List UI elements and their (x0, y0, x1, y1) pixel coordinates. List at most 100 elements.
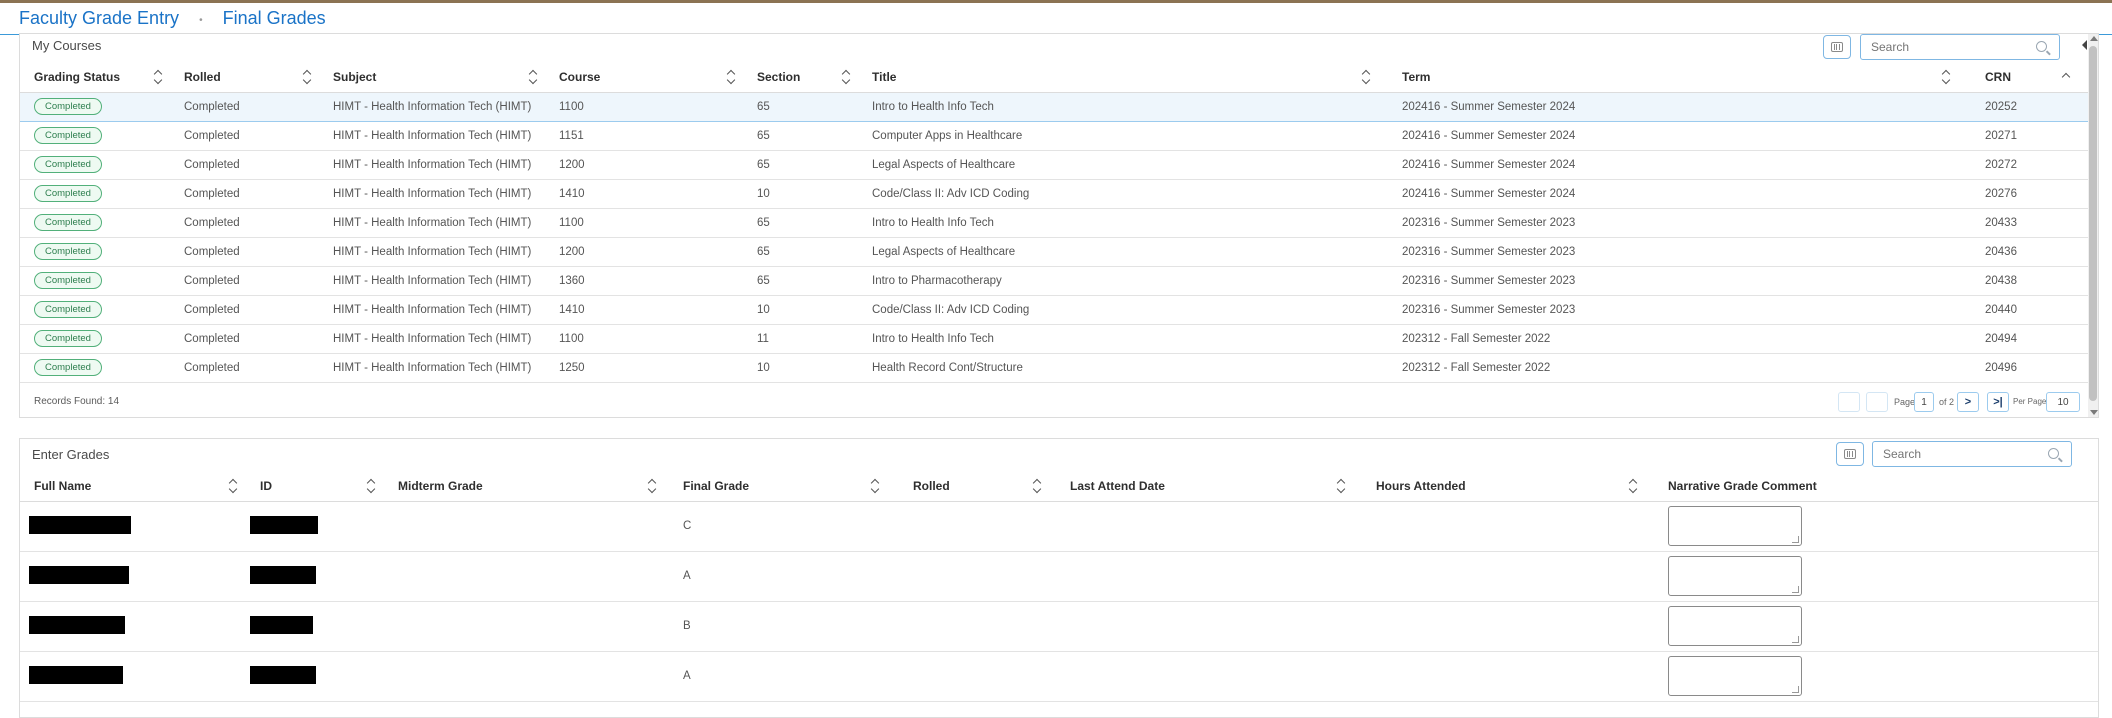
cell-hours-attended[interactable] (1362, 501, 1654, 552)
sort-icon[interactable] (728, 70, 736, 84)
col-narrative-grade-comment[interactable]: Narrative Grade Comment (1654, 471, 2098, 502)
cell-section: 65 (743, 121, 858, 151)
narrative-comment-textarea[interactable] (1668, 556, 1802, 596)
cell-subject: HIMT - Health Information Tech (HIMT) (319, 295, 545, 325)
sort-icon[interactable] (1034, 479, 1042, 493)
col-midterm-grade[interactable]: Midterm Grade (384, 471, 669, 502)
search-icon[interactable] (2048, 448, 2059, 459)
col-hours-attended[interactable]: Hours Attended (1362, 471, 1654, 502)
section-value: 65 (757, 158, 770, 171)
col-crn[interactable]: CRN (1971, 62, 2088, 93)
courses-scrollbar-thumb[interactable] (2089, 46, 2097, 401)
sort-icon[interactable] (304, 70, 312, 84)
col-full-name[interactable]: Full Name (20, 471, 246, 502)
term-value: 202416 - Summer Semester 2024 (1402, 100, 1576, 113)
sort-icon[interactable] (1943, 70, 1951, 84)
course-row[interactable]: Completed Completed HIMT - Health Informat… (20, 266, 2088, 296)
col-term[interactable]: Term (1388, 62, 1971, 93)
scroll-up-icon[interactable] (2090, 36, 2098, 41)
cell-last-attend-date[interactable] (1056, 551, 1362, 602)
cell-hours-attended[interactable] (1362, 651, 1654, 702)
course-row[interactable]: Completed Completed HIMT - Health Informat… (20, 208, 2088, 238)
collapse-panel-icon[interactable] (2082, 40, 2087, 50)
cell-midterm-grade[interactable] (384, 501, 669, 552)
cell-hours-attended[interactable] (1362, 551, 1654, 602)
course-row[interactable]: Completed Completed HIMT - Health Informat… (20, 353, 2088, 383)
cell-full-name (20, 501, 246, 552)
col-id[interactable]: ID (246, 471, 384, 502)
col-title[interactable]: Title (858, 62, 1388, 93)
breadcrumb-faculty-grade-entry[interactable]: Faculty Grade Entry (19, 8, 179, 29)
course-value: 1200 (559, 245, 585, 258)
sort-icon[interactable] (649, 479, 657, 493)
grades-search-box (1872, 441, 2072, 467)
cell-last-attend-date[interactable] (1056, 601, 1362, 652)
col-title-label: Title (872, 69, 897, 84)
col-section[interactable]: Section (743, 62, 858, 93)
narrative-comment-textarea[interactable] (1668, 506, 1802, 546)
scroll-down-icon[interactable] (2090, 410, 2098, 415)
course-row[interactable]: Completed Completed HIMT - Health Informat… (20, 295, 2088, 325)
cell-grading-status: Completed (20, 92, 170, 122)
cell-course: 1410 (545, 295, 743, 325)
cell-midterm-grade[interactable] (384, 601, 669, 652)
sort-icon[interactable] (230, 479, 238, 493)
final-grade-value[interactable]: B (683, 620, 691, 632)
column-chooser-button[interactable] (1823, 35, 1851, 59)
sort-icon[interactable] (155, 70, 163, 84)
courses-search-input[interactable] (1871, 40, 2021, 54)
sort-icon[interactable] (530, 70, 538, 84)
sort-ascending-icon[interactable] (2061, 72, 2071, 82)
sort-icon[interactable] (1338, 479, 1346, 493)
col-last-attend-date[interactable]: Last Attend Date (1056, 471, 1362, 502)
cell-final-grade: B (669, 601, 899, 652)
section-value: 65 (757, 100, 770, 113)
title-value: Computer Apps in Healthcare (872, 129, 1023, 142)
col-subject[interactable]: Subject (319, 62, 545, 93)
next-page-button[interactable]: > (1957, 392, 1979, 412)
course-row[interactable]: Completed Completed HIMT - Health Informat… (20, 150, 2088, 180)
cell-last-attend-date[interactable] (1056, 651, 1362, 702)
final-grade-value[interactable]: A (683, 570, 691, 582)
previous-page-button[interactable] (1866, 392, 1888, 412)
cell-rolled (899, 651, 1056, 702)
col-rolled[interactable]: Rolled (899, 471, 1056, 502)
title-value: Code/Class II: Adv ICD Coding (872, 187, 1030, 200)
sort-icon[interactable] (368, 479, 376, 493)
sort-icon[interactable] (872, 479, 880, 493)
grades-search-input[interactable] (1883, 447, 2033, 461)
course-row[interactable]: Completed Completed HIMT - Health Informat… (20, 237, 2088, 267)
cell-hours-attended[interactable] (1362, 601, 1654, 652)
sort-icon[interactable] (1363, 70, 1371, 84)
narrative-comment-textarea[interactable] (1668, 606, 1802, 646)
col-course[interactable]: Course (545, 62, 743, 93)
cell-midterm-grade[interactable] (384, 551, 669, 602)
page-number-input[interactable]: 1 (1914, 392, 1934, 412)
cell-last-attend-date[interactable] (1056, 501, 1362, 552)
final-grade-value[interactable]: A (683, 670, 691, 682)
rolled-value: Completed (184, 245, 240, 258)
search-icon[interactable] (2036, 41, 2047, 52)
final-grade-value[interactable]: C (683, 520, 691, 532)
courses-scrollbar[interactable] (2088, 34, 2098, 417)
cell-midterm-grade[interactable] (384, 651, 669, 702)
sort-icon[interactable] (843, 70, 851, 84)
narrative-comment-textarea[interactable] (1668, 656, 1802, 696)
term-value: 202416 - Summer Semester 2024 (1402, 187, 1576, 200)
course-row[interactable]: Completed Completed HIMT - Health Informat… (20, 121, 2088, 151)
breadcrumb-final-grades[interactable]: Final Grades (223, 8, 326, 29)
col-final-grade[interactable]: Final Grade (669, 471, 899, 502)
first-page-button[interactable] (1838, 392, 1860, 412)
col-grading-status[interactable]: Grading Status (20, 62, 170, 93)
last-page-button[interactable]: >| (1987, 392, 2009, 412)
course-row[interactable]: Completed Completed HIMT - Health Informat… (20, 179, 2088, 209)
per-page-select[interactable]: 10 (2046, 392, 2080, 412)
col-rolled[interactable]: Rolled (170, 62, 319, 93)
cell-narrative-grade-comment (1654, 501, 2098, 552)
course-row[interactable]: Completed Completed HIMT - Health Informat… (20, 92, 2088, 122)
sort-icon[interactable] (1630, 479, 1638, 493)
col-subject-label: Subject (333, 69, 377, 84)
cell-title: Intro to Health Info Tech (858, 324, 1388, 354)
grades-column-chooser-button[interactable] (1836, 442, 1864, 466)
course-row[interactable]: Completed Completed HIMT - Health Informat… (20, 324, 2088, 354)
